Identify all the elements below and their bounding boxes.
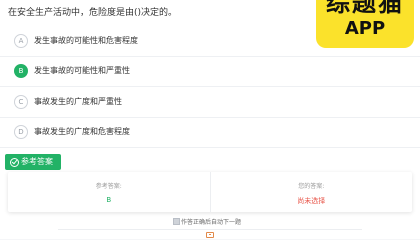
- check-circle-icon: [10, 157, 19, 167]
- watermark-title: 综题猫: [326, 0, 404, 17]
- option-d[interactable]: D 事故发生的广度和危害程度: [0, 118, 420, 148]
- reference-answer-column: 参考答案: B: [8, 172, 210, 212]
- auto-next-toggle[interactable]: 作答正确后自动下一题: [173, 216, 241, 226]
- reference-answer-label: 参考答案:: [95, 183, 122, 190]
- option-text: 事故发生的广度和严重性: [34, 96, 122, 106]
- your-answer-column: 您的答案: 尚未选择: [209, 172, 413, 212]
- option-letter: D: [14, 125, 28, 140]
- your-answer-label: 您的答案:: [298, 183, 325, 190]
- reference-answer-button[interactable]: 参考答案: [5, 154, 61, 170]
- question-text: 在安全生产活动中，危险度是由()决定的。: [8, 8, 178, 18]
- quiz-screen: 在安全生产活动中，危险度是由()决定的。 综题猫 APP A 发生事故的可能性和…: [0, 0, 420, 239]
- auto-next-label: 作答正确后自动下一题: [181, 218, 242, 226]
- answer-card: 参考答案: B 您的答案: 尚未选择: [8, 172, 412, 212]
- option-letter: C: [14, 94, 28, 109]
- option-text: 事故发生的广度和危害程度: [34, 127, 130, 137]
- auto-next-checkbox[interactable]: [173, 217, 180, 225]
- option-text: 发生事故的可能性和严重性: [34, 66, 130, 76]
- card-icon[interactable]: [206, 232, 214, 238]
- option-b[interactable]: B 发生事故的可能性和严重性: [0, 57, 420, 87]
- option-c[interactable]: C 事故发生的广度和严重性: [0, 87, 420, 118]
- option-letter: A: [14, 33, 28, 48]
- options-list: A 发生事故的可能性和危害程度 B 发生事故的可能性和严重性 C 事故发生的广度…: [0, 26, 420, 148]
- option-a[interactable]: A 发生事故的可能性和危害程度: [0, 26, 420, 57]
- bottom-bar: [58, 229, 362, 239]
- reference-answer-button-label: 参考答案: [21, 157, 53, 166]
- reference-answer-value: B: [106, 196, 112, 204]
- option-letter: B: [14, 64, 28, 79]
- your-answer-value: 尚未选择: [297, 197, 326, 205]
- option-text: 发生事故的可能性和危害程度: [34, 35, 138, 45]
